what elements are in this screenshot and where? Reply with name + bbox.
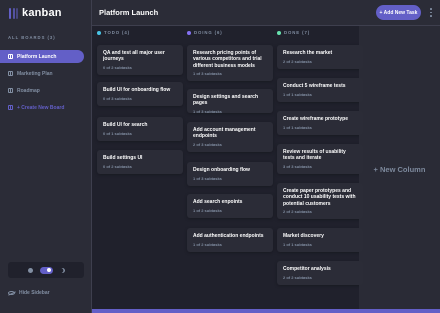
board: TODO (4) QA and test all major user jour…	[92, 26, 440, 313]
column-title: DONE (7)	[284, 30, 311, 35]
logo-icon	[9, 7, 18, 19]
task-card[interactable]: Conduct 5 wireframe tests 1 of 1 subtask…	[277, 78, 363, 102]
new-column-button[interactable]: + New Column	[359, 26, 440, 313]
task-title: Add authentication endpoints	[193, 233, 264, 239]
task-title: Build UI for search	[103, 122, 148, 128]
sidebar-item-platform-launch[interactable]: Platform Launch	[0, 50, 84, 63]
task-subtasks: 1 of 3 subtasks	[193, 71, 222, 77]
horizontal-scrollbar[interactable]	[92, 309, 440, 313]
all-boards-heading: ALL BOARDS (3)	[8, 35, 56, 40]
column-color-dot	[277, 30, 281, 35]
hide-sidebar-button[interactable]: Hide Sidebar	[8, 290, 50, 296]
create-new-board-label: + Create New Board	[17, 104, 65, 111]
task-subtasks: 3 of 3 subtasks	[283, 164, 312, 170]
task-title: Design settings and search pages	[193, 94, 259, 107]
task-subtasks: 1 of 1 subtasks	[283, 241, 312, 247]
task-title: Create paper prototypes and conduct 10 u…	[283, 188, 356, 207]
board-list: Platform Launch Marketing Plan Roadmap +…	[0, 50, 84, 118]
task-subtasks: 2 of 3 subtasks	[193, 142, 222, 148]
more-options-icon[interactable]	[430, 8, 432, 17]
header: Platform Launch + Add New Task	[92, 0, 440, 26]
task-subtasks: 0 of 1 subtasks	[103, 130, 132, 136]
column-header: TODO (4)	[97, 30, 130, 35]
hide-sidebar-label: Hide Sidebar	[19, 290, 50, 296]
task-subtasks: 2 of 2 subtasks	[283, 58, 312, 64]
task-subtasks: 2 of 2 subtasks	[283, 274, 312, 280]
task-card[interactable]: Create paper prototypes and conduct 10 u…	[277, 183, 363, 219]
task-card[interactable]: Build UI for onboarding flow 0 of 3 subt…	[97, 82, 183, 106]
task-subtasks: 1 of 2 subtasks	[193, 241, 222, 247]
task-subtasks: 1 of 2 subtasks	[193, 207, 222, 213]
task-card[interactable]: Review results of usability tests and it…	[277, 144, 363, 174]
page-title: Platform Launch	[99, 8, 159, 17]
task-card[interactable]: Add search enpoints 1 of 2 subtasks	[187, 194, 273, 218]
task-title: Create wireframe prototype	[283, 116, 349, 122]
sidebar-item-label: Marketing Plan	[17, 70, 53, 77]
task-title: Design onboarding flow	[193, 167, 250, 173]
task-subtasks: 1 of 3 subtasks	[193, 175, 222, 181]
task-title: Conduct 5 wireframe tests	[283, 83, 346, 89]
board-icon	[8, 54, 13, 59]
board-icon	[8, 105, 13, 110]
theme-switch[interactable]	[39, 266, 53, 274]
task-card[interactable]: Market discovery 1 of 1 subtasks	[277, 228, 363, 252]
sidebar-item-roadmap[interactable]: Roadmap	[0, 84, 84, 97]
task-title: Competitor analysis	[283, 266, 331, 272]
task-title: Add account management endpoints	[193, 127, 256, 140]
task-card[interactable]: Design onboarding flow 1 of 3 subtasks	[187, 162, 273, 186]
column-header: DONE (7)	[277, 30, 310, 35]
task-card[interactable]: Build UI for search 0 of 1 subtasks	[97, 117, 183, 141]
logo-text: kanban	[22, 7, 62, 19]
board-icon	[8, 71, 13, 76]
board-icon	[8, 88, 13, 93]
task-title: Research the market	[283, 50, 333, 56]
task-card[interactable]: Competitor analysis 2 of 2 subtasks	[277, 261, 363, 285]
moon-icon	[59, 267, 65, 273]
task-subtasks: 1 of 1 subtasks	[283, 124, 312, 130]
task-card[interactable]: Create wireframe prototype 1 of 1 subtas…	[277, 111, 363, 135]
column-color-dot	[187, 30, 191, 35]
add-new-task-button[interactable]: + Add New Task	[376, 5, 421, 20]
task-card[interactable]: Design settings and search pages 1 of 3 …	[187, 89, 273, 115]
task-title: QA and test all major user journeys	[103, 50, 165, 63]
task-subtasks: 0 of 2 subtasks	[103, 65, 132, 71]
task-subtasks: 1 of 1 subtasks	[283, 91, 312, 97]
task-card[interactable]: Research pricing points of various compe…	[187, 45, 273, 81]
column-title: DOING (6)	[194, 30, 223, 35]
new-column-label: + New Column	[373, 165, 426, 174]
task-subtasks: 2 of 2 subtasks	[283, 209, 312, 215]
task-subtasks: 1 of 3 subtasks	[193, 109, 222, 115]
task-subtasks: 0 of 2 subtasks	[103, 163, 132, 169]
task-subtasks: 0 of 3 subtasks	[103, 95, 132, 101]
sidebar-item-label: Roadmap	[17, 87, 40, 94]
task-title: Market discovery	[283, 233, 324, 239]
column-color-dot	[97, 30, 101, 35]
create-new-board-button[interactable]: + Create New Board	[0, 101, 84, 114]
task-title: Build UI for onboarding flow	[103, 87, 171, 93]
sidebar: kanban ALL BOARDS (3) Platform Launch Ma…	[0, 0, 92, 313]
task-card[interactable]: Add authentication endpoints 1 of 2 subt…	[187, 228, 273, 252]
eye-slash-icon	[8, 291, 15, 295]
task-title: Add search enpoints	[193, 199, 243, 205]
column-header: DOING (6)	[187, 30, 223, 35]
task-card[interactable]: Research the market 2 of 2 subtasks	[277, 45, 363, 69]
sidebar-item-marketing-plan[interactable]: Marketing Plan	[0, 67, 84, 80]
task-title: Review results of usability tests and it…	[283, 149, 346, 162]
task-card[interactable]: Add account management endpoints 2 of 3 …	[187, 122, 273, 152]
task-title: Build settings UI	[103, 155, 143, 161]
sun-icon	[27, 267, 33, 273]
sidebar-item-label: Platform Launch	[17, 53, 57, 60]
logo: kanban	[9, 6, 62, 20]
task-title: Research pricing points of various compe…	[193, 50, 262, 69]
column-title: TODO (4)	[104, 30, 130, 35]
theme-toggle	[8, 262, 84, 278]
task-card[interactable]: QA and test all major user journeys 0 of…	[97, 45, 183, 75]
task-card[interactable]: Build settings UI 0 of 2 subtasks	[97, 150, 183, 174]
